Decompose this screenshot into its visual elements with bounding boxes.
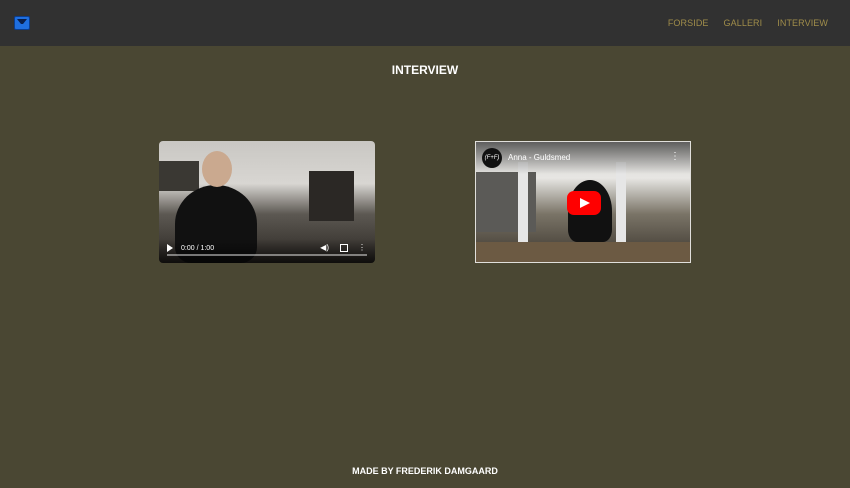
video-progress-bar[interactable] — [167, 254, 367, 256]
youtube-video-title[interactable]: Anna - Guldsmed — [508, 153, 570, 162]
nav-link-interview[interactable]: INTERVIEW — [777, 18, 828, 28]
video-thumbnail-workbench — [159, 161, 199, 191]
interview-video-player[interactable]: 0:00 / 1:00 ◀) ⋮ — [159, 141, 375, 263]
channel-avatar[interactable]: (F+F) — [482, 148, 502, 168]
nav-link-forside[interactable]: FORSIDE — [668, 18, 709, 28]
youtube-header: (F+F) Anna - Guldsmed ⋮ — [476, 142, 690, 174]
nav-link-galleri[interactable]: GALLERI — [724, 18, 763, 28]
more-icon[interactable]: ⋮ — [670, 151, 680, 162]
footer-credit: MADE BY FREDERIK DAMGAARD — [352, 466, 498, 476]
video-controls: 0:00 / 1:00 ◀) ⋮ — [159, 239, 375, 263]
play-icon[interactable] — [167, 244, 173, 252]
top-navigation-bar: FORSIDE GALLERI INTERVIEW — [0, 0, 850, 46]
youtube-play-icon[interactable] — [567, 191, 601, 215]
main-nav: FORSIDE GALLERI INTERVIEW — [668, 18, 828, 28]
volume-icon[interactable]: ◀) — [320, 243, 329, 253]
video-thumbnail-bench — [476, 242, 690, 262]
logo-icon[interactable] — [14, 16, 30, 30]
fullscreen-icon[interactable] — [340, 244, 348, 252]
video-thumbnail-face — [202, 151, 232, 187]
youtube-embed[interactable]: (F+F) Anna - Guldsmed ⋮ — [475, 141, 691, 263]
page-title: INTERVIEW — [391, 63, 459, 77]
more-icon[interactable]: ⋮ — [358, 243, 366, 253]
video-thumbnail-machine — [309, 171, 354, 221]
video-time: 0:00 / 1:00 — [181, 245, 215, 252]
